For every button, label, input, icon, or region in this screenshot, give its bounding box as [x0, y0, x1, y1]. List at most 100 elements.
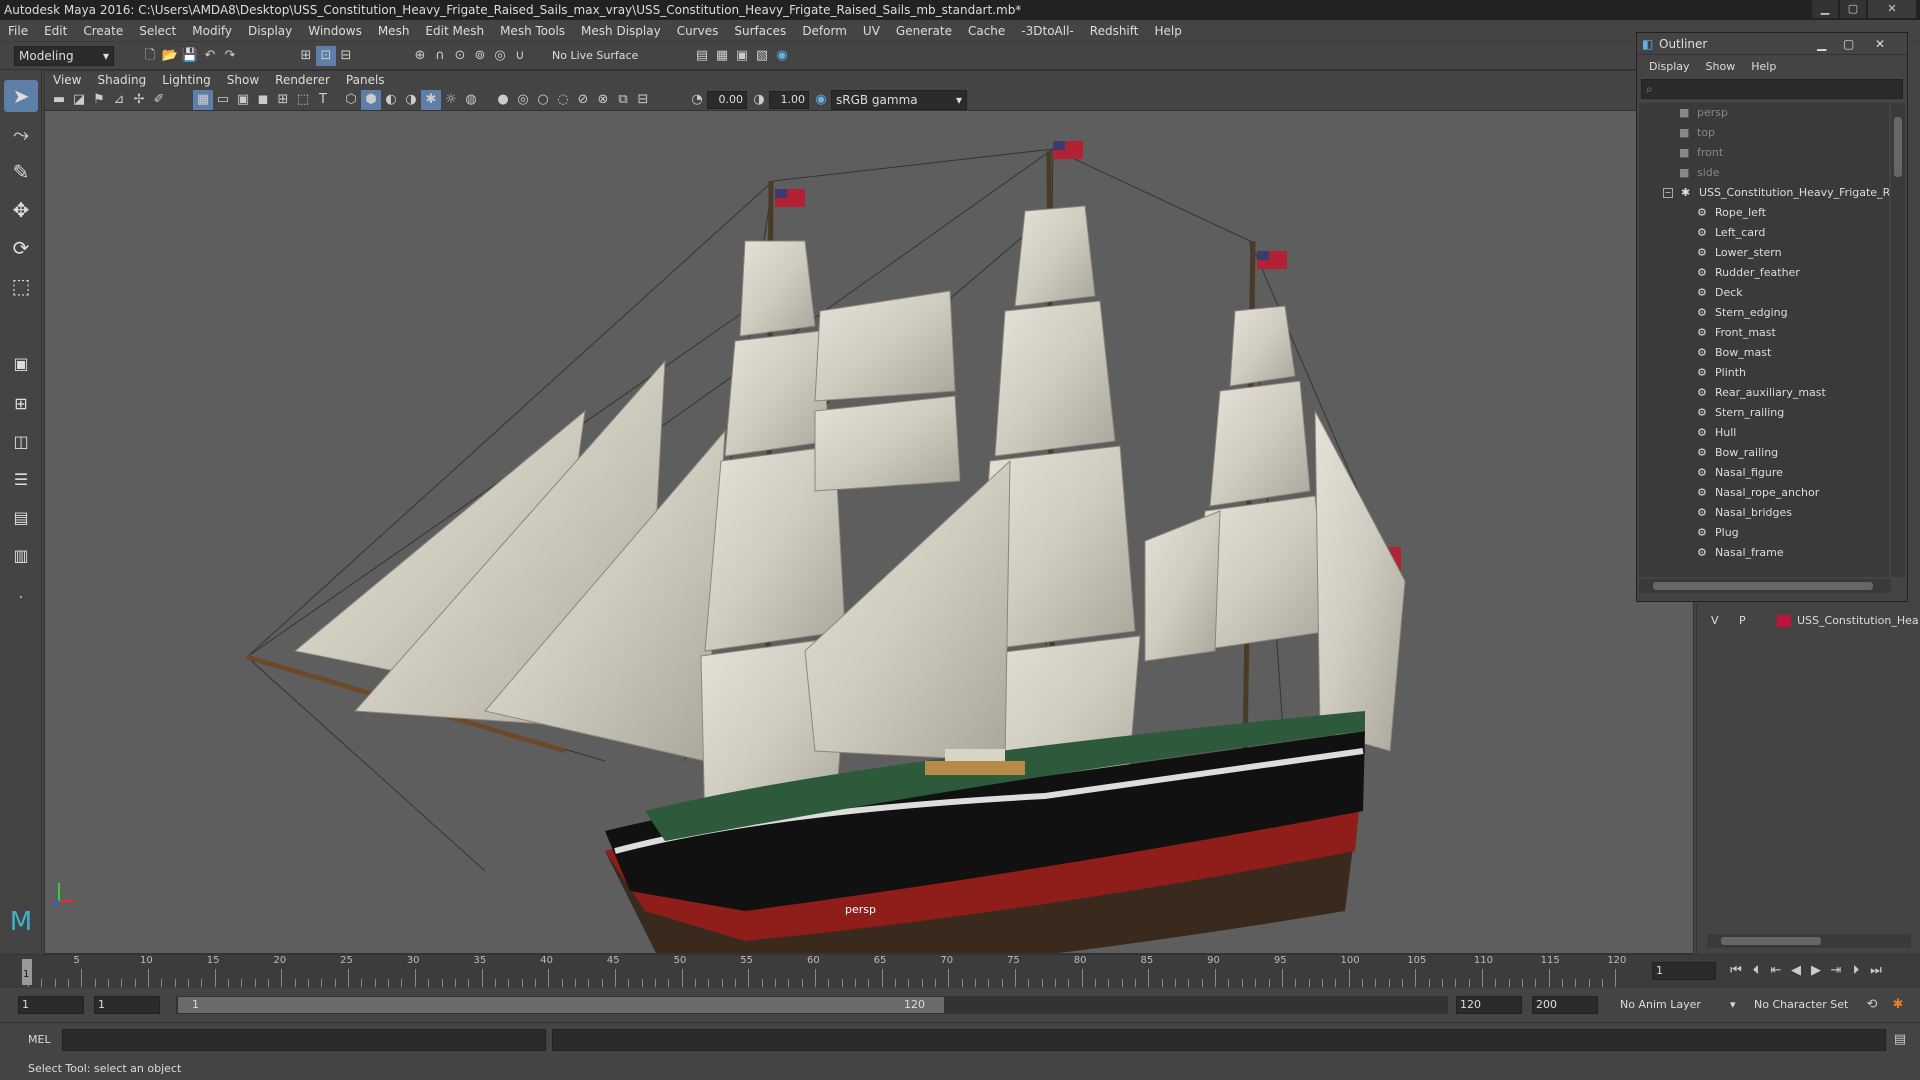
menu-file[interactable]: File [0, 20, 36, 42]
step-back-key-icon[interactable]: ⏴ [1746, 961, 1766, 981]
color-space-dropdown[interactable]: sRGB gamma ▾ [831, 90, 967, 110]
resolution-gate-icon[interactable]: ▣ [233, 90, 253, 110]
custom-layout-icon[interactable]: · [4, 582, 38, 614]
outliner-item-root[interactable]: ✱ USS_Constitution_Heavy_Frigate_Ra [1639, 183, 1889, 203]
outliner-layout-icon[interactable]: ☰ [4, 464, 38, 496]
depth-of-field-icon[interactable]: ○ [533, 90, 553, 110]
field-chart-icon[interactable]: ⊞ [273, 90, 293, 110]
menu-create[interactable]: Create [75, 20, 131, 42]
four-pane-layout-icon[interactable]: ⊞ [4, 388, 38, 420]
command-input[interactable] [62, 1029, 546, 1051]
undo-icon[interactable]: ↶ [200, 46, 220, 66]
scale-tool-icon[interactable]: ⬚ [4, 270, 38, 302]
viewport-menu-lighting[interactable]: Lighting [154, 71, 219, 89]
menu-edit-mesh[interactable]: Edit Mesh [417, 20, 492, 42]
current-frame-field[interactable]: 1 [1652, 962, 1716, 980]
backface-icon[interactable]: ⊟ [633, 90, 653, 110]
viewport-menu-view[interactable]: View [45, 71, 89, 89]
snap-point-icon[interactable]: ⊙ [450, 46, 470, 66]
outliner-item-mesh[interactable]: ⚙ Bow_mast [1639, 343, 1889, 363]
menu-help[interactable]: Help [1146, 20, 1189, 42]
xray-components-icon[interactable]: ⧉ [613, 90, 633, 110]
outliner-menu-help[interactable]: Help [1743, 57, 1784, 77]
minimize-icon[interactable]: ▁ [1817, 33, 1826, 55]
redo-icon[interactable]: ↷ [220, 46, 240, 66]
ship-scene[interactable]: persp [45, 111, 1693, 953]
end-time-field[interactable]: 200 [1532, 996, 1598, 1014]
layer-visibility-toggle[interactable]: V [1711, 612, 1719, 630]
menu-curves[interactable]: Curves [669, 20, 727, 42]
menu-deform[interactable]: Deform [794, 20, 855, 42]
camera-attributes-icon[interactable]: ◪ [69, 90, 89, 110]
time-ruler[interactable]: 5 10 15 20 25 30 35 40 45 50 55 60 65 70 75 80 85 90 95 100… [28, 955, 1642, 989]
snap-surface-icon[interactable]: ◎ [490, 46, 510, 66]
outliner-item-mesh[interactable]: ⚙ Nasal_rope_anchor [1639, 483, 1889, 503]
2d-pan-zoom-icon[interactable]: ✢ [129, 90, 149, 110]
film-gate-icon[interactable]: ▭ [213, 90, 233, 110]
smooth-shade-icon[interactable]: ⬢ [361, 90, 381, 110]
minimize-button[interactable]: ▁ [1812, 0, 1838, 18]
select-component-icon[interactable]: ⊟ [336, 46, 356, 66]
go-to-end-icon[interactable]: ⏭ [1866, 961, 1886, 981]
render-frame-icon[interactable]: ▦ [712, 46, 732, 66]
menu-redshift[interactable]: Redshift [1082, 20, 1147, 42]
render-settings-icon[interactable]: ▤ [692, 46, 712, 66]
snap-magnet-icon[interactable]: ∪ [510, 46, 530, 66]
menu-select[interactable]: Select [131, 20, 184, 42]
script-editor-icon[interactable]: ▤ [1890, 1030, 1910, 1050]
start-time-field[interactable]: 1 [18, 996, 84, 1014]
bookmark-icon[interactable]: ⚑ [89, 90, 109, 110]
command-language-label[interactable]: MEL [28, 1033, 51, 1046]
current-time-marker[interactable]: 1 [22, 959, 32, 985]
scrollbar-thumb[interactable] [1721, 937, 1821, 945]
select-tool-icon[interactable]: ➤ [4, 80, 38, 112]
viewport-menu-renderer[interactable]: Renderer [267, 71, 338, 89]
menu-mesh-tools[interactable]: Mesh Tools [492, 20, 573, 42]
scrollbar-thumb[interactable] [1653, 582, 1873, 590]
move-tool-icon[interactable]: ✥ [4, 194, 38, 226]
use-all-lights-icon[interactable]: ✱ [421, 90, 441, 110]
lasso-tool-icon[interactable]: ⤳ [4, 118, 38, 150]
outliner-item-mesh[interactable]: ⚙ Nasal_bridges [1639, 503, 1889, 523]
outliner-item-mesh[interactable]: ⚙ Stern_railing [1639, 403, 1889, 423]
play-backward-icon[interactable]: ◀ [1786, 961, 1806, 981]
perspective-viewport[interactable]: View Shading Lighting Show Renderer Panels ▬ ◪… [44, 70, 1694, 954]
display-layer-row[interactable]: V P USS_Constitution_Hea [1709, 612, 1919, 630]
xray-icon[interactable]: ⊘ [573, 90, 593, 110]
step-forward-key-icon[interactable]: ⏵ [1846, 961, 1866, 981]
screen-space-ao-icon[interactable]: ◍ [461, 90, 481, 110]
render-view-icon[interactable]: ▧ [752, 46, 772, 66]
paint-select-tool-icon[interactable]: ✎ [4, 156, 38, 188]
range-slider-handle[interactable]: 1 120 [178, 997, 944, 1013]
menu-mesh[interactable]: Mesh [370, 20, 418, 42]
safe-title-icon[interactable]: T [313, 90, 333, 110]
time-slider[interactable]: 5 10 15 20 25 30 35 40 45 50 55 60 65 70 75 80 85 90 95 100… [0, 954, 1920, 988]
viewport-menu-panels[interactable]: Panels [338, 71, 393, 89]
viewport-menu-shading[interactable]: Shading [89, 71, 154, 89]
grid-toggle-icon[interactable]: ▦ [193, 90, 213, 110]
outliner-item-mesh[interactable]: ⚙ Stern_edging [1639, 303, 1889, 323]
outliner-item-camera[interactable]: ■ side [1639, 163, 1889, 183]
safe-action-icon[interactable]: ⬚ [293, 90, 313, 110]
scrollbar-thumb[interactable] [1894, 117, 1902, 177]
exposure-icon[interactable]: ◔ [687, 90, 707, 110]
menu-cache[interactable]: Cache [960, 20, 1013, 42]
color-management-icon[interactable]: ◉ [811, 90, 831, 110]
character-set-dropdown[interactable]: No Character Set [1754, 996, 1864, 1014]
menu-edit[interactable]: Edit [36, 20, 75, 42]
outliner-item-camera[interactable]: ■ top [1639, 123, 1889, 143]
outliner-item-mesh[interactable]: ⚙ Plinth [1639, 363, 1889, 383]
isolate-select-icon[interactable]: ◌ [553, 90, 573, 110]
xray-joints-icon[interactable]: ⊗ [593, 90, 613, 110]
exposure-field[interactable]: 0.00 [707, 91, 747, 109]
step-forward-frame-icon[interactable]: ⇥ [1826, 961, 1846, 981]
anti-aliasing-icon[interactable]: ◎ [513, 90, 533, 110]
outliner-item-mesh[interactable]: ⚙ Hull [1639, 423, 1889, 443]
menu-modify[interactable]: Modify [184, 20, 240, 42]
range-slider-track[interactable]: 1 120 [176, 996, 1448, 1014]
outliner-horizontal-scrollbar[interactable] [1639, 579, 1891, 593]
outliner-item-mesh[interactable]: ⚙ Rope_left [1639, 203, 1889, 223]
gate-mask-icon[interactable]: ◼ [253, 90, 273, 110]
gamma-icon[interactable]: ◑ [749, 90, 769, 110]
new-scene-icon[interactable]: 🗋 [140, 46, 160, 66]
